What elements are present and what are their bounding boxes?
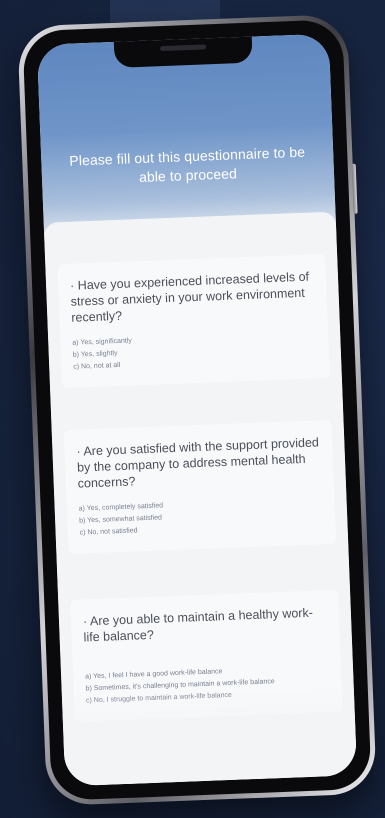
scene-background: Please fill out this questionnaire to be… [0,0,385,818]
phone-mockup: Please fill out this questionnaire to be… [17,13,377,807]
question-text: · Are you able to maintain a healthy wor… [82,605,314,645]
phone-notch [113,36,253,68]
page-title: Please fill out this questionnaire to be… [69,143,306,186]
phone-screen: Please fill out this questionnaire to be… [36,33,358,787]
bottom-fade [61,685,358,787]
phone-side-button [351,163,358,214]
question-card-1: · Have you experienced increased levels … [57,253,330,389]
question-text: · Have you experienced increased levels … [69,269,310,325]
question-text: · Are you satisfied with the support pro… [76,435,320,491]
speaker-icon [160,44,207,52]
question-card-2: · Are you satisfied with the support pro… [63,419,337,555]
phone-bezel: Please fill out this questionnaire to be… [22,19,372,801]
questionnaire-content: · Have you experienced increased levels … [43,211,358,787]
